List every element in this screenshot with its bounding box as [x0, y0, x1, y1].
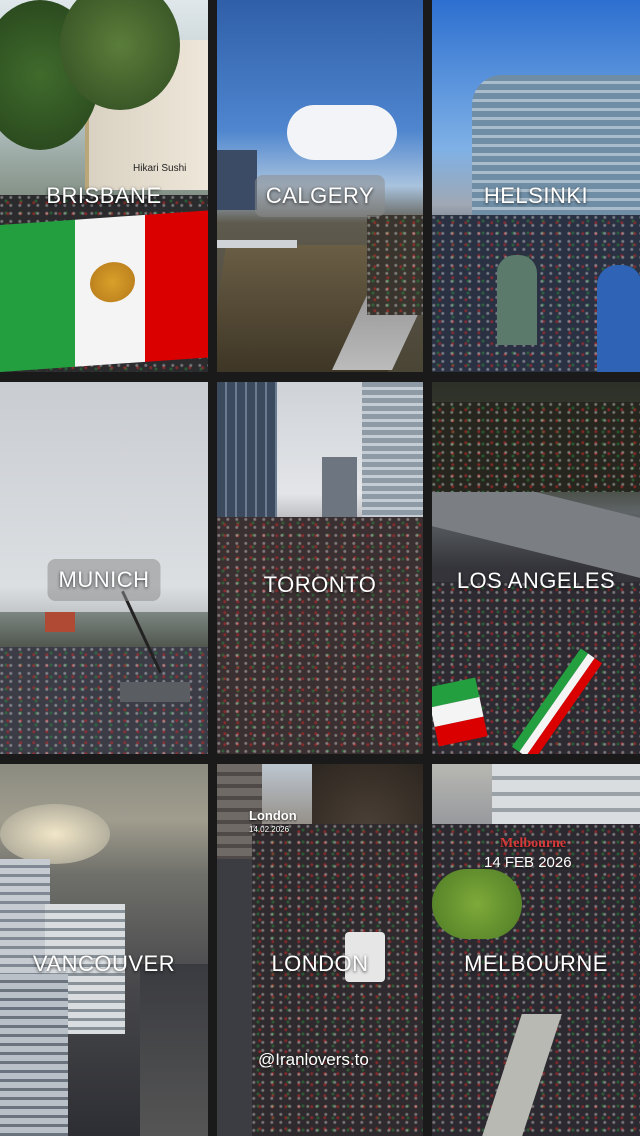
london-overlay-date: 14.02.2026 [249, 825, 290, 834]
watermark-handle: @Iranlovers.to [258, 1050, 369, 1069]
melbourne-overlay-date: 14 FEB 2026 [484, 854, 572, 871]
railing [217, 240, 297, 248]
shop-sign: Hikari Sushi [133, 163, 187, 174]
city-label: TORONTO [263, 572, 377, 597]
tile-vancouver[interactable]: VANCOUVER [0, 764, 208, 1136]
stage [120, 682, 190, 702]
tile-melbourne[interactable]: Melbourne 14 FEB 2026 MELBOURNE [432, 764, 640, 1136]
tile-munich[interactable]: MUNICH [0, 382, 208, 754]
city-label: CALGERY [254, 175, 386, 217]
tile-los-angeles[interactable]: LOS ANGELES [432, 382, 640, 754]
tower [0, 974, 68, 1136]
tile-london[interactable]: London 14.02.2026 LONDON [217, 764, 423, 1136]
city-label: MUNICH [47, 559, 161, 601]
city-label: LOS ANGELES [456, 568, 616, 593]
melbourne-overlay-title: Melbourne [500, 836, 567, 851]
tile-calgery[interactable]: CALGERY [217, 0, 423, 372]
city-video-grid: Hikari Sushi BRISBANE CALGERY HELSINKI M… [0, 0, 640, 1136]
cloud [287, 105, 397, 160]
water [0, 804, 110, 864]
crowd [252, 824, 423, 1136]
person-green-jacket [497, 255, 537, 345]
crowd [432, 402, 640, 492]
city-label: HELSINKI [483, 183, 589, 208]
city-label: MELBOURNE [464, 951, 608, 976]
tile-toronto[interactable]: TORONTO [217, 382, 423, 754]
tile-brisbane[interactable]: Hikari Sushi BRISBANE [0, 0, 208, 372]
trees [432, 869, 522, 939]
city-label: LONDON [271, 951, 369, 976]
crowd [367, 215, 423, 315]
london-overlay-title: London [249, 808, 297, 823]
iran-flag [0, 210, 208, 372]
city-label: VANCOUVER [32, 951, 176, 976]
tree-line [0, 612, 208, 647]
city-skyline [217, 150, 257, 210]
tile-helsinki[interactable]: HELSINKI [432, 0, 640, 372]
city-label: BRISBANE [46, 183, 162, 208]
crowd [217, 517, 423, 754]
building [45, 612, 75, 632]
street [140, 964, 208, 1136]
person-blue-hoodie [597, 265, 640, 372]
